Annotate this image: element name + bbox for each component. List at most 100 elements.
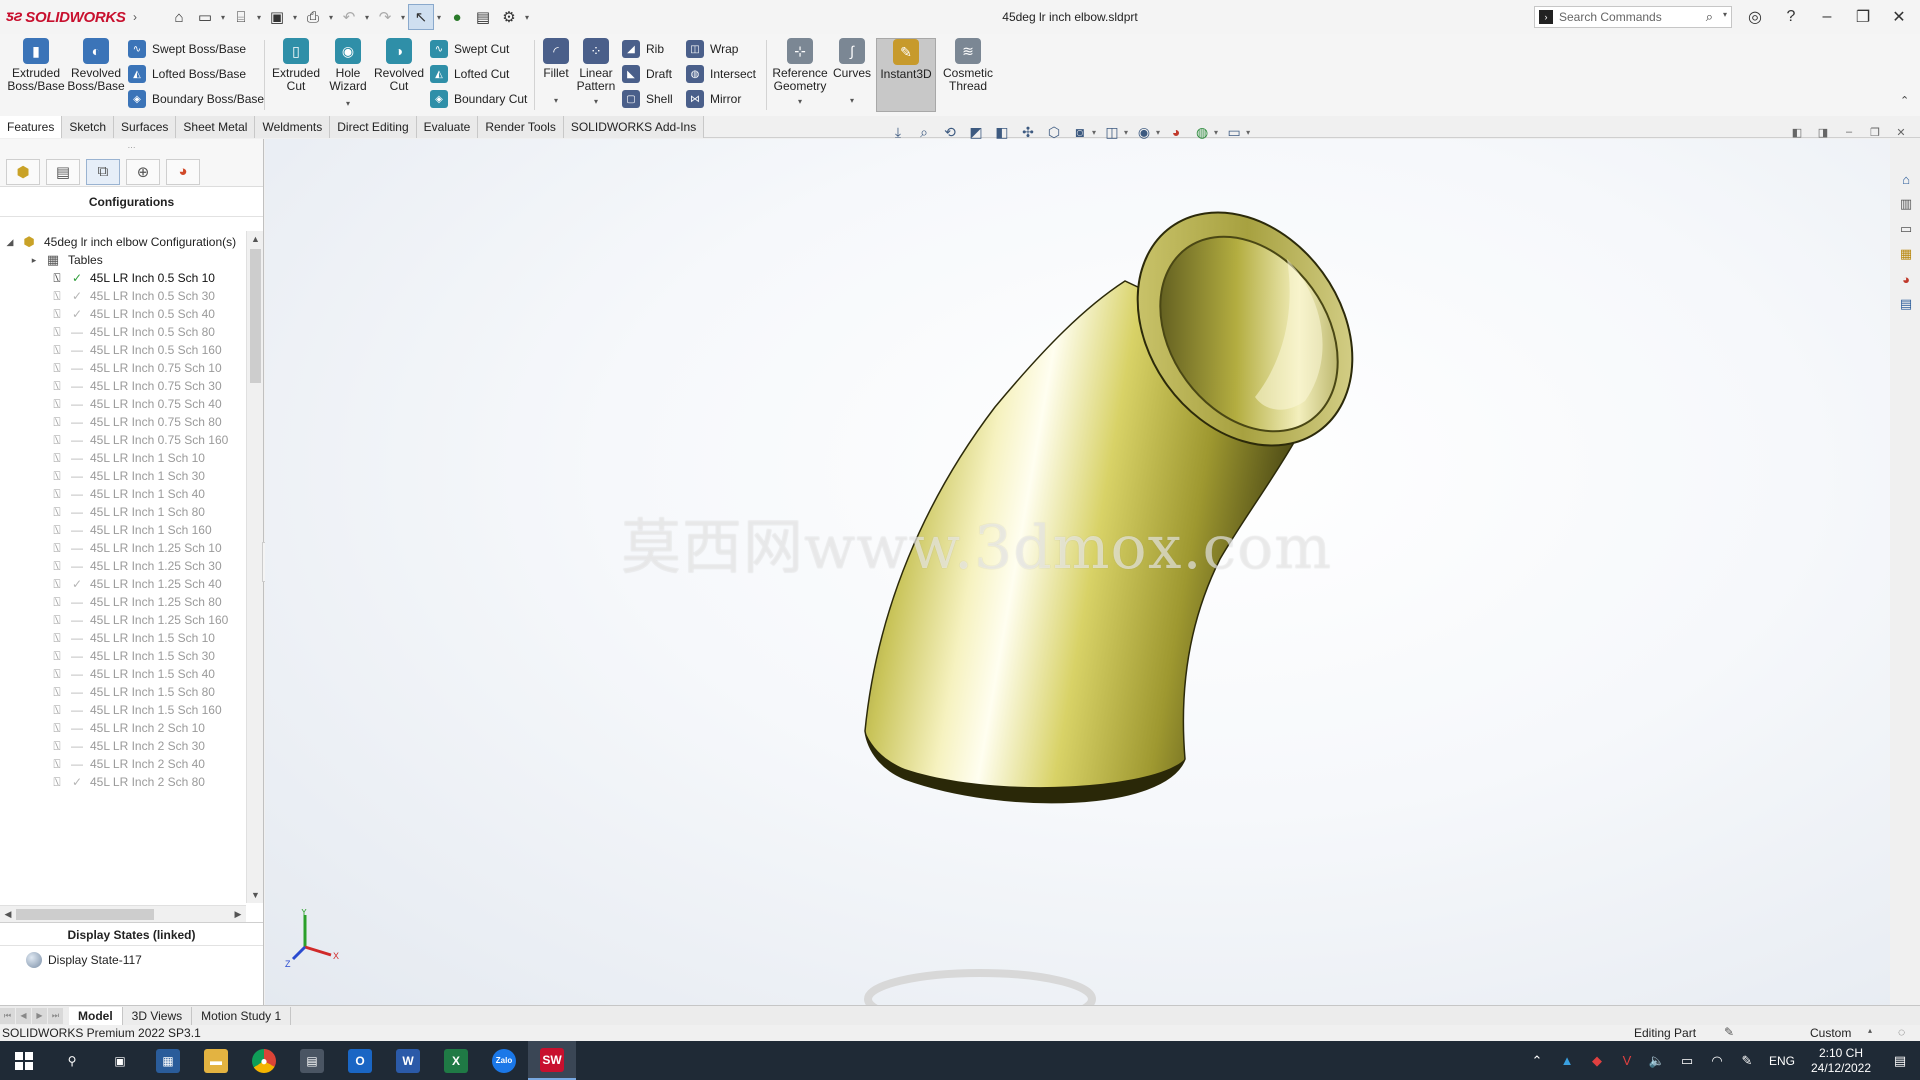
configuration-item[interactable]: ⍂ ✓ 45L LR Inch 2 Sch 80 (48, 771, 205, 793)
taskbar-outlook[interactable]: O (336, 1041, 384, 1080)
next-tab-icon[interactable]: ▶ (32, 1007, 47, 1024)
undo-dropdown-icon[interactable]: ▾ (362, 4, 372, 30)
taskbar-store[interactable]: ▦ (144, 1041, 192, 1080)
rebuild-icon[interactable]: ● (444, 4, 470, 30)
design-library-icon[interactable]: ▥ (1895, 193, 1917, 215)
start-button[interactable] (0, 1041, 48, 1080)
help-icon[interactable]: ? (1778, 6, 1804, 28)
monitor-dropdown-icon[interactable]: ▾ (1246, 128, 1250, 137)
volume-icon[interactable]: 🔈 (1642, 1053, 1672, 1069)
dimxpert-manager-tab-icon[interactable]: ⊕ (126, 158, 160, 185)
scroll-right-icon[interactable]: ▶ (230, 906, 246, 923)
reference-geometry-button[interactable]: ⊹ Reference Geometry ▾ (770, 38, 830, 112)
tray-overflow-icon[interactable]: ⌃ (1522, 1053, 1552, 1069)
view-palette-icon[interactable]: ▦ (1895, 243, 1917, 265)
tab-motion-study-1[interactable]: Motion Study 1 (192, 1006, 292, 1025)
hole-wizard-dropdown-icon[interactable]: ▾ (346, 97, 350, 110)
search-commands-input[interactable]: › Search Commands ⌕ ▾ (1534, 6, 1732, 28)
taskbar-solidworks[interactable]: SW (528, 1041, 576, 1080)
fillet-dropdown-icon[interactable]: ▾ (554, 94, 558, 107)
wifi-icon[interactable]: ◠ (1702, 1053, 1732, 1069)
tree-vertical-scrollbar[interactable]: ▲ ▼ (246, 231, 263, 903)
hide-show-dropdown-icon[interactable]: ▾ (1124, 128, 1128, 137)
configuration-manager-tab-icon[interactable]: ⧉ (86, 158, 120, 185)
rebuild-status-icon[interactable]: ✎ (1724, 1025, 1734, 1039)
feature-manager-tab-icon[interactable]: ⬢ (6, 158, 40, 185)
tab-surfaces[interactable]: Surfaces (114, 116, 177, 138)
prev-tab-icon[interactable]: ◀ (16, 1007, 31, 1024)
minimize-icon[interactable]: – (1814, 6, 1840, 28)
solidworks-logo[interactable]: ƽƨ SOLIDWORKS (0, 0, 128, 34)
panel-grip[interactable]: ⋯ (0, 139, 263, 157)
display-manager-tab-icon[interactable]: ◕ (166, 158, 200, 185)
first-tab-icon[interactable]: ⏮ (0, 1007, 15, 1024)
pen-icon[interactable]: ✎ (1732, 1053, 1762, 1069)
scroll-left-icon[interactable]: ◀ (0, 906, 16, 923)
language-indicator[interactable]: ENG (1762, 1054, 1802, 1068)
tab-weldments[interactable]: Weldments (255, 116, 331, 138)
tab-evaluate[interactable]: Evaluate (416, 116, 479, 138)
lofted-cut-button[interactable]: ◭ Lofted Cut (430, 63, 509, 85)
taskbar-excel[interactable]: X (432, 1041, 480, 1080)
options-gear-icon[interactable]: ⚙ (496, 4, 522, 30)
instant3d-button[interactable]: ✎ Instant3D (876, 38, 936, 112)
hole-wizard-button[interactable]: ◉ Hole Wizard ▾ (322, 38, 374, 112)
scroll-thumb[interactable] (250, 249, 261, 383)
clock[interactable]: 2:10 CH 24/12/2022 (1802, 1046, 1880, 1076)
restore-icon[interactable]: ❐ (1850, 6, 1876, 28)
open-icon[interactable]: ⌸ (228, 4, 254, 30)
fillet-button[interactable]: ◜ Fillet ▾ (538, 38, 574, 112)
tab-features[interactable]: Features (0, 116, 63, 138)
appearances-icon[interactable]: ◕ (1895, 268, 1917, 290)
tray-security-icon[interactable]: ◆ (1582, 1053, 1612, 1069)
h-scroll-thumb[interactable] (16, 909, 154, 920)
taskbar-chrome[interactable]: ● (240, 1041, 288, 1080)
expand-icon[interactable]: ▸ (28, 255, 40, 266)
pattern-dropdown-icon[interactable]: ▾ (594, 95, 598, 108)
taskbar-word[interactable]: W (384, 1041, 432, 1080)
graphics-area[interactable]: 莫西网www.3dmox.com Y X Z (265, 139, 1890, 1005)
last-tab-icon[interactable]: ⏭ (48, 1007, 63, 1024)
file-properties-icon[interactable]: ▤ (470, 4, 496, 30)
close-icon[interactable]: ✕ (1886, 6, 1912, 28)
swept-cut-button[interactable]: ∿ Swept Cut (430, 38, 509, 60)
taskbar-calculator[interactable]: ▤ (288, 1041, 336, 1080)
tab-sketch[interactable]: Sketch (62, 116, 115, 138)
battery-icon[interactable]: ▭ (1672, 1053, 1702, 1069)
tray-antivirus-icon[interactable]: V (1612, 1053, 1642, 1068)
viewport-close-icon[interactable]: ✕ (1892, 124, 1910, 140)
unit-system[interactable]: Custom (1810, 1026, 1851, 1040)
tree-horizontal-scrollbar[interactable]: ◀ ▶ (0, 905, 246, 922)
search-dropdown-icon[interactable]: ▾ (1723, 10, 1727, 19)
tab-3d-views[interactable]: 3D Views (123, 1006, 193, 1025)
boundary-boss-button[interactable]: ◈ Boundary Boss/Base (128, 88, 264, 110)
tooltips-icon[interactable]: ◌ (1898, 1025, 1905, 1039)
viewport-minimize-icon[interactable]: – (1840, 124, 1858, 140)
taskbar-file-explorer[interactable]: ▬ (192, 1041, 240, 1080)
draft-button[interactable]: ◣ Draft (622, 63, 672, 85)
redo-dropdown-icon[interactable]: ▾ (398, 4, 408, 30)
shell-button[interactable]: ▢ Shell (622, 88, 673, 110)
rib-button[interactable]: ◢ Rib (622, 38, 664, 60)
search-icon[interactable]: ⌕ (1706, 9, 1713, 25)
property-manager-tab-icon[interactable]: ▤ (46, 158, 80, 185)
extruded-boss-button[interactable]: ▮ Extruded Boss/Base (7, 38, 65, 112)
appearance-dropdown-icon[interactable]: ▾ (1156, 128, 1160, 137)
notifications-icon[interactable]: ▤ (1880, 1053, 1920, 1069)
new-dropdown-icon[interactable]: ▾ (218, 4, 228, 30)
menu-expand-icon[interactable]: › (128, 4, 142, 30)
tab-solidworks-add-ins[interactable]: SOLIDWORKS Add-Ins (563, 116, 705, 138)
lofted-boss-button[interactable]: ◭ Lofted Boss/Base (128, 63, 246, 85)
account-icon[interactable]: ◎ (1742, 6, 1768, 28)
options-dropdown-icon[interactable]: ▾ (522, 4, 532, 30)
select-dropdown-icon[interactable]: ▾ (434, 4, 444, 30)
print-icon[interactable]: ⎙ (300, 4, 326, 30)
curves-dropdown-icon[interactable]: ▾ (850, 94, 854, 107)
undo-icon[interactable]: ↶ (336, 4, 362, 30)
cosmetic-thread-button[interactable]: ≋ Cosmetic Thread (940, 38, 996, 112)
save-dropdown-icon[interactable]: ▾ (290, 4, 300, 30)
view-settings-dropdown-icon[interactable]: ▾ (1214, 128, 1218, 137)
select-cursor-icon[interactable]: ↖ (408, 4, 434, 30)
viewport-restore-icon[interactable]: ❐ (1866, 124, 1884, 140)
curves-button[interactable]: ∫ Curves ▾ (832, 38, 872, 112)
